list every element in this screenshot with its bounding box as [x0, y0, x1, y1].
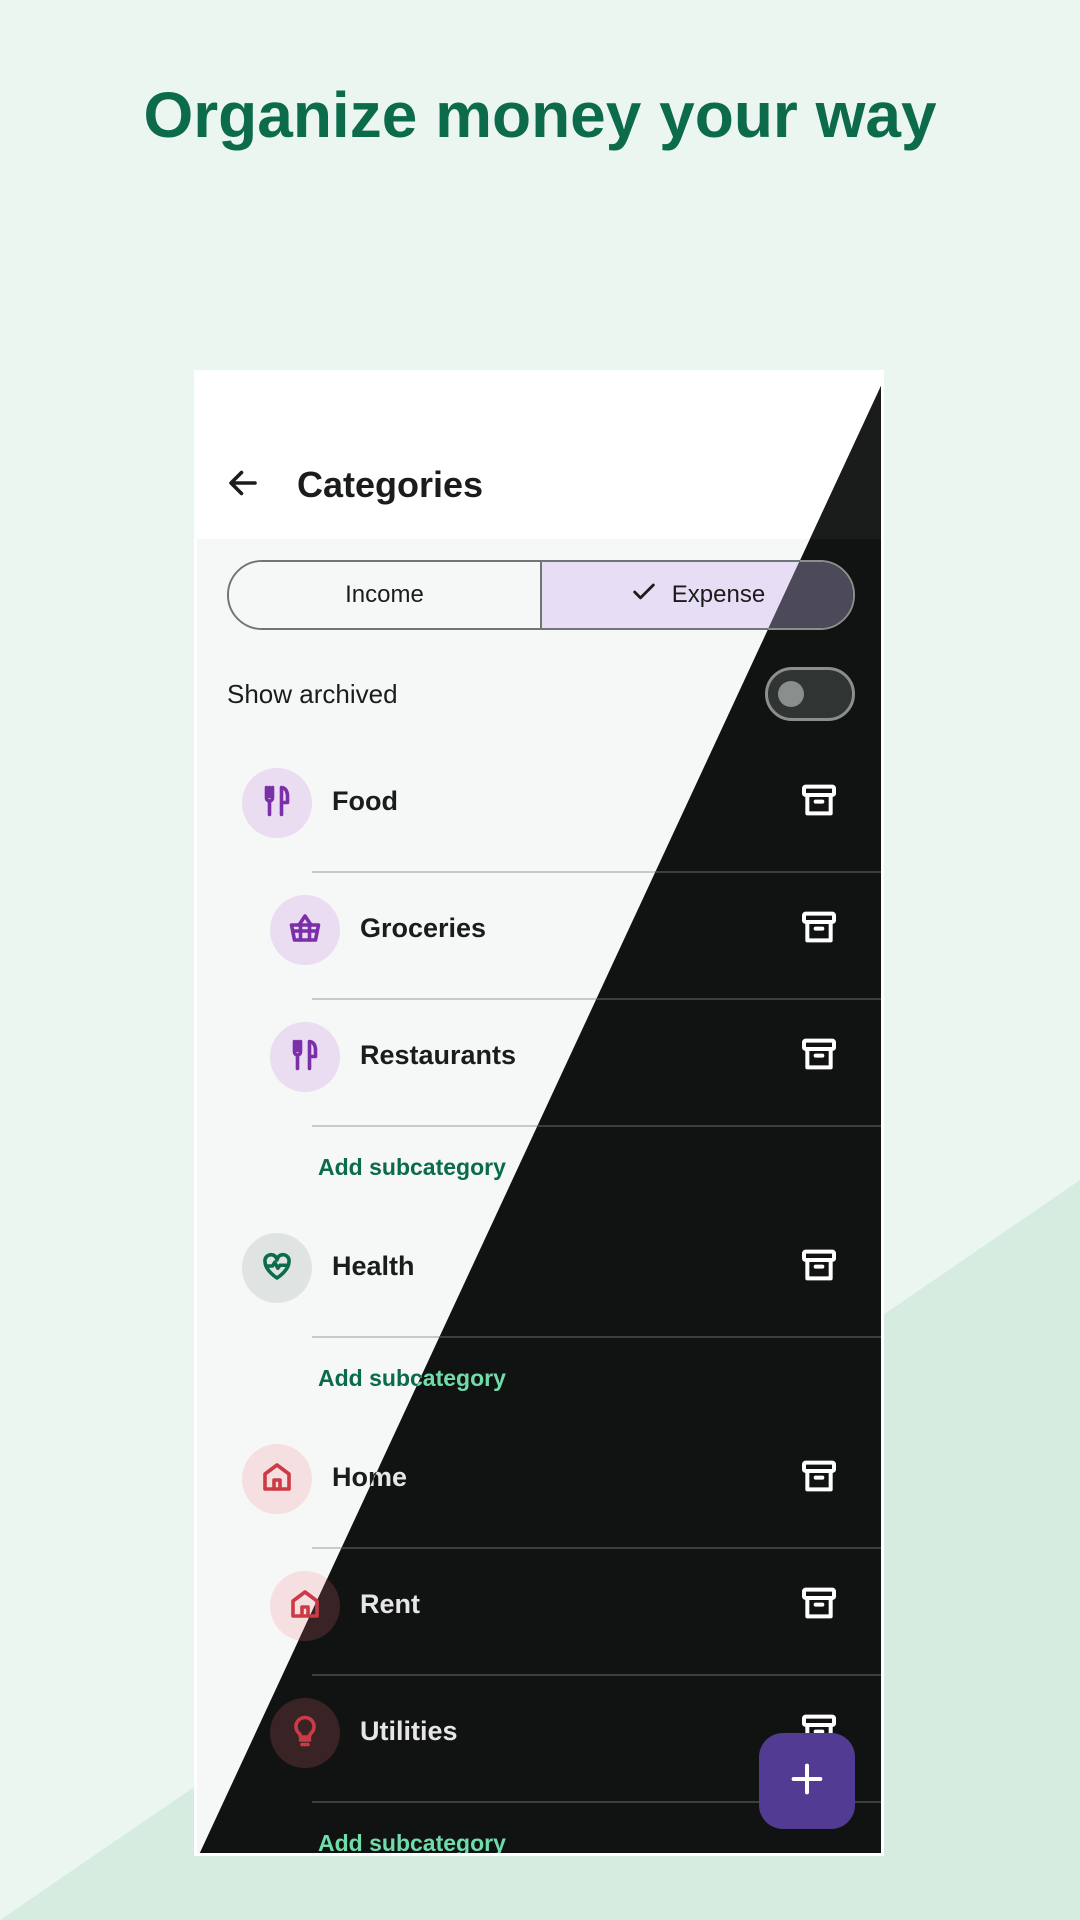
archive-button[interactable] — [797, 1034, 841, 1078]
plus-icon — [787, 1759, 827, 1804]
back-button[interactable] — [219, 461, 267, 509]
category-name: Rent — [360, 1589, 420, 1619]
add-subcategory-button[interactable]: Add subcategory — [318, 1154, 506, 1181]
lightbulb-icon — [287, 1713, 323, 1754]
headline: Organize money your way — [143, 79, 937, 151]
category-icon-badge — [270, 895, 340, 965]
fork-knife-icon — [259, 783, 295, 824]
top-app-bar: Categories — [197, 373, 881, 539]
category-icon-badge — [242, 1233, 312, 1303]
show-archived-label: Show archived — [227, 679, 398, 709]
archive-button[interactable] — [797, 1245, 841, 1289]
archive-icon — [799, 1034, 839, 1079]
page-title: Categories — [297, 464, 484, 505]
category-name: Utilities — [360, 1716, 458, 1746]
tab-income-label: Income — [345, 581, 424, 608]
heart-pulse-icon — [259, 1248, 295, 1289]
arrow-back-icon — [225, 465, 261, 506]
archive-icon — [799, 1456, 839, 1501]
archive-icon — [799, 1583, 839, 1628]
archive-button[interactable] — [797, 780, 841, 824]
category-name: Groceries — [360, 913, 487, 943]
tab-expense-label: Expense — [671, 581, 766, 608]
toggle-knob — [778, 681, 804, 707]
archive-icon — [799, 1245, 839, 1290]
category-name: Restaurants — [360, 1040, 517, 1070]
tab-income[interactable]: Income — [229, 562, 540, 628]
archive-icon — [799, 907, 839, 952]
show-archived-toggle[interactable] — [765, 667, 855, 721]
category-icon-badge — [242, 768, 312, 838]
archive-icon — [799, 780, 839, 825]
category-icon-badge — [270, 1022, 340, 1092]
type-segmented-button: Income Expense — [227, 560, 855, 630]
fork-knife-icon — [287, 1037, 323, 1078]
house-icon — [259, 1459, 295, 1500]
archive-button[interactable] — [797, 1583, 841, 1627]
category-name: Health — [332, 1251, 415, 1281]
basket-icon — [287, 910, 323, 951]
add-subcategory-button[interactable]: Add subcategory — [318, 1830, 506, 1853]
category-icon-badge — [270, 1698, 340, 1768]
archive-button[interactable] — [797, 907, 841, 951]
app-screenshot: Categories Income Expense Show archived Food… — [194, 370, 884, 1856]
category-icon-badge — [242, 1444, 312, 1514]
category-name: Food — [332, 786, 398, 816]
archive-button[interactable] — [797, 1456, 841, 1500]
check-icon — [630, 578, 658, 613]
add-category-fab[interactable] — [759, 1733, 855, 1829]
